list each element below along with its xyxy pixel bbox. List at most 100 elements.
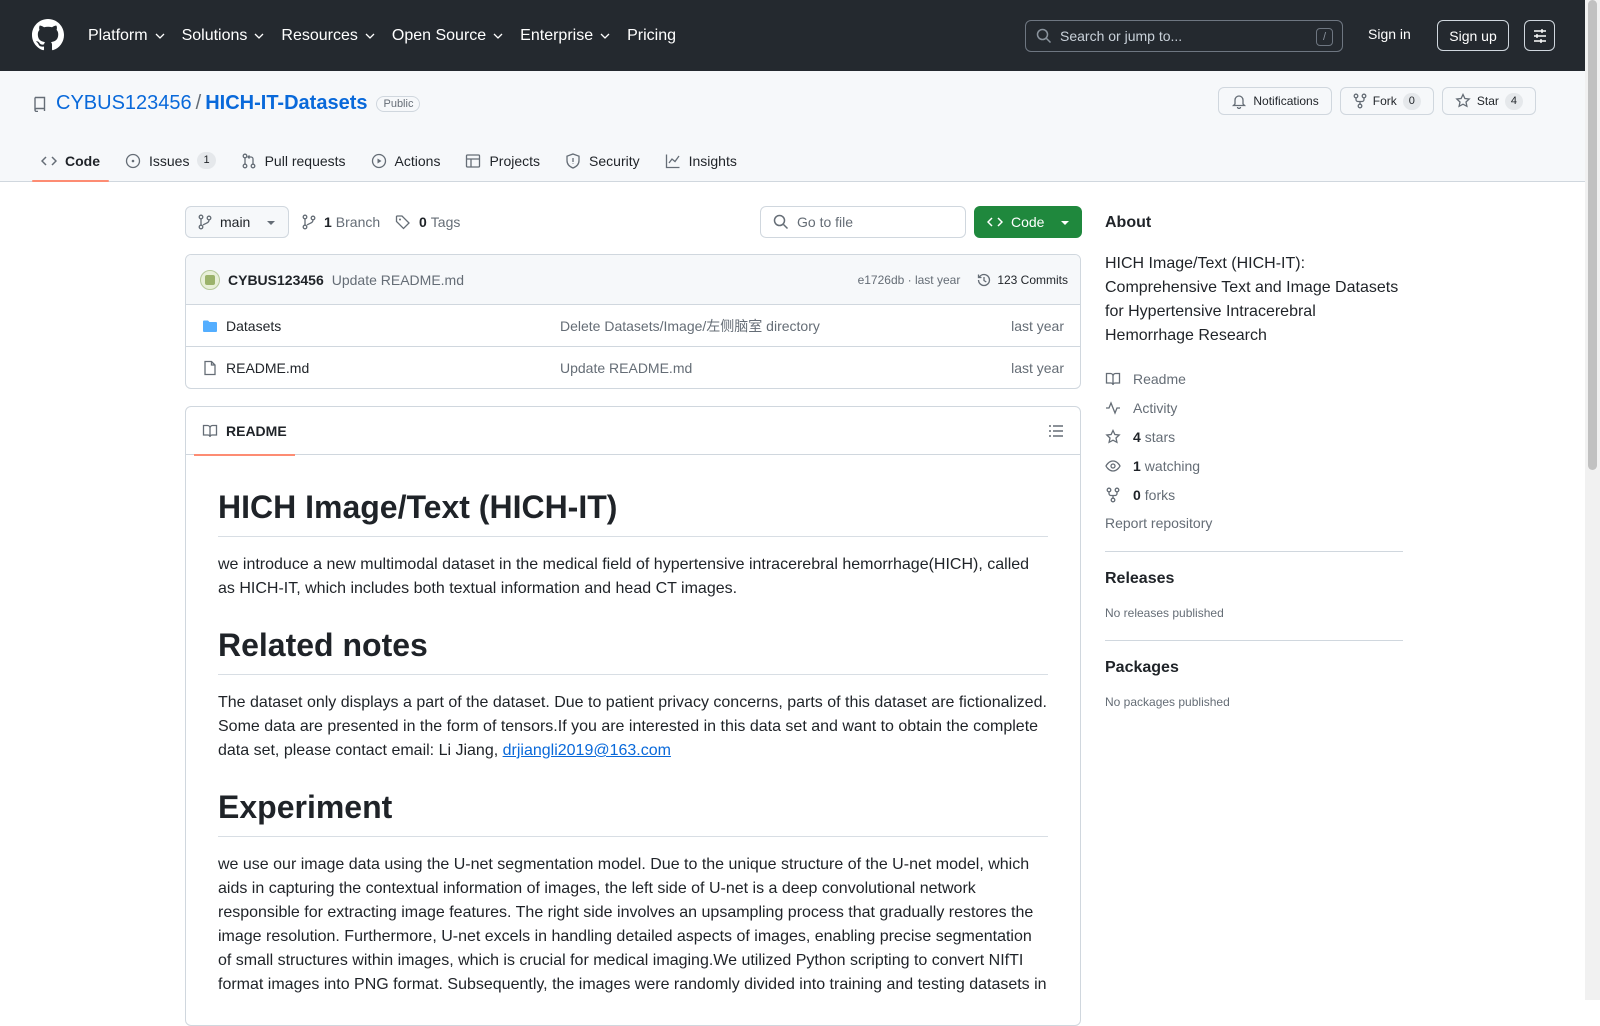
tags-link[interactable]: 0 Tags bbox=[395, 214, 460, 230]
table-of-contents-icon[interactable] bbox=[1048, 423, 1064, 439]
tag-icon bbox=[395, 215, 410, 230]
pulse-icon bbox=[1106, 400, 1120, 415]
nav-label: Pricing bbox=[627, 26, 676, 44]
about-sidebar: About HICH Image/Text (HICH-IT): Compreh… bbox=[1105, 206, 1403, 709]
forks-count: 0 bbox=[1133, 486, 1141, 503]
sign-up-button[interactable]: Sign up bbox=[1437, 20, 1509, 51]
page-scrollbar[interactable] bbox=[1585, 0, 1600, 1000]
tab-actions[interactable]: Actions bbox=[362, 139, 450, 182]
tag-count: 0 bbox=[419, 214, 427, 230]
branch-selector[interactable]: main bbox=[185, 206, 289, 238]
nav-platform[interactable]: Platform bbox=[88, 27, 166, 45]
star-label: Star bbox=[1476, 94, 1499, 108]
readme-tab[interactable]: README bbox=[194, 407, 295, 456]
nav-label: Platform bbox=[88, 26, 148, 44]
fork-count: 0 bbox=[1402, 92, 1421, 110]
releases-title[interactable]: Releases bbox=[1105, 570, 1403, 588]
branch-icon bbox=[302, 214, 316, 230]
readme-link-label: Readme bbox=[1133, 370, 1186, 387]
go-to-file-input[interactable]: Go to file bbox=[760, 206, 966, 238]
visibility-badge: Public bbox=[376, 95, 421, 112]
tab-pull-requests[interactable]: Pull requests bbox=[232, 139, 355, 182]
sliders-icon bbox=[1533, 28, 1546, 43]
eye-icon bbox=[1105, 459, 1121, 472]
code-button-label: Code bbox=[1011, 214, 1045, 230]
table-icon bbox=[466, 153, 481, 168]
watching-link[interactable]: 1 watching bbox=[1105, 451, 1403, 480]
search-shortcut-key: / bbox=[1316, 28, 1333, 46]
issue-icon bbox=[125, 153, 141, 168]
nav-label: Resources bbox=[281, 26, 358, 44]
branch-name: main bbox=[220, 214, 251, 230]
tab-code[interactable]: Code bbox=[32, 139, 109, 182]
caret-down-icon bbox=[1061, 221, 1069, 225]
chevron-down-icon bbox=[365, 33, 375, 39]
nav-open-source[interactable]: Open Source bbox=[392, 27, 504, 45]
contact-email-link[interactable]: drjiangli2019@163.com bbox=[503, 742, 671, 759]
readme-link[interactable]: Readme bbox=[1105, 364, 1403, 393]
file-date: last year bbox=[1011, 317, 1064, 334]
file-name-link[interactable]: README.md bbox=[226, 360, 309, 376]
sign-in-link[interactable]: Sign in bbox=[1368, 26, 1411, 42]
commit-hash-time[interactable]: e1726db · last year bbox=[858, 273, 961, 287]
repo-name-link[interactable]: HICH-IT-Datasets bbox=[205, 92, 367, 115]
code-dropdown-button[interactable]: Code bbox=[974, 206, 1082, 238]
fork-button[interactable]: Fork 0 bbox=[1339, 87, 1434, 115]
play-icon bbox=[371, 153, 386, 168]
commits-history-link[interactable]: 123 Commits bbox=[976, 272, 1068, 288]
caret-down-icon bbox=[267, 221, 275, 225]
nav-enterprise[interactable]: Enterprise bbox=[520, 27, 611, 45]
branch-icon bbox=[198, 214, 212, 230]
file-commit-message[interactable]: Delete Datasets/Image/左侧脑室 directory bbox=[560, 316, 820, 336]
tab-issues[interactable]: Issues 1 bbox=[116, 139, 225, 182]
code-icon bbox=[987, 217, 1003, 227]
repo-icon bbox=[34, 96, 46, 112]
folder-icon bbox=[203, 320, 217, 332]
packages-title[interactable]: Packages bbox=[1105, 659, 1403, 677]
forks-link[interactable]: 0 forks bbox=[1105, 480, 1403, 509]
repo-actions: Notifications Fork 0 Star 4 bbox=[1210, 87, 1536, 115]
star-icon bbox=[1455, 93, 1471, 108]
file-commit-message[interactable]: Update README.md bbox=[560, 360, 692, 376]
tab-projects[interactable]: Projects bbox=[456, 139, 549, 182]
forks-label: forks bbox=[1144, 486, 1176, 503]
tab-security[interactable]: Security bbox=[556, 139, 649, 182]
tab-insights[interactable]: Insights bbox=[656, 139, 746, 182]
fork-label: Fork bbox=[1372, 94, 1397, 108]
branch-count: 1 bbox=[324, 214, 332, 230]
nav-solutions[interactable]: Solutions bbox=[182, 27, 266, 45]
readme-heading-experiment: Experiment bbox=[218, 787, 1048, 837]
file-icon bbox=[204, 360, 216, 376]
graph-icon bbox=[665, 154, 680, 168]
releases-empty-text: No releases published bbox=[1105, 606, 1224, 620]
nav-pricing[interactable]: Pricing bbox=[627, 27, 676, 45]
global-search-input[interactable]: Search or jump to... / bbox=[1025, 20, 1343, 52]
chevron-down-icon bbox=[155, 33, 165, 39]
activity-link[interactable]: Activity bbox=[1105, 393, 1403, 422]
stars-link[interactable]: 4 stars bbox=[1105, 422, 1403, 451]
star-button[interactable]: Star 4 bbox=[1441, 87, 1536, 115]
readme-intro-paragraph: we introduce a new multimodal dataset in… bbox=[218, 556, 1030, 597]
book-icon bbox=[1105, 372, 1121, 385]
github-logo-icon[interactable] bbox=[32, 19, 64, 51]
divider bbox=[1105, 551, 1403, 552]
table-row[interactable]: README.md Update README.md last year bbox=[186, 347, 1080, 388]
commit-author-link[interactable]: CYBUS123456 bbox=[228, 272, 324, 288]
notifications-button[interactable]: Notifications bbox=[1218, 87, 1332, 115]
nav-resources[interactable]: Resources bbox=[281, 27, 375, 45]
report-repository-link[interactable]: Report repository bbox=[1105, 515, 1403, 531]
branch-bar: main 1 Branch 0 Tags Go to file Code bbox=[185, 206, 1082, 238]
commit-message-link[interactable]: Update README.md bbox=[332, 272, 464, 288]
branches-link[interactable]: 1 Branch bbox=[302, 214, 380, 230]
table-row[interactable]: Datasets Delete Datasets/Image/左侧脑室 dire… bbox=[186, 305, 1080, 347]
star-count: 4 bbox=[1504, 92, 1523, 110]
nav-label: Open Source bbox=[391, 26, 487, 44]
readme-notes-paragraph: The dataset only displays a part of the … bbox=[218, 691, 1048, 763]
settings-menu-button[interactable] bbox=[1524, 20, 1555, 51]
repo-owner-link[interactable]: CYBUS123456 bbox=[56, 92, 192, 115]
chevron-down-icon bbox=[254, 33, 264, 39]
file-name-link[interactable]: Datasets bbox=[226, 318, 281, 334]
scrollbar-thumb[interactable] bbox=[1588, 0, 1597, 470]
readme-tab-label: README bbox=[226, 423, 287, 439]
avatar[interactable] bbox=[200, 269, 220, 290]
